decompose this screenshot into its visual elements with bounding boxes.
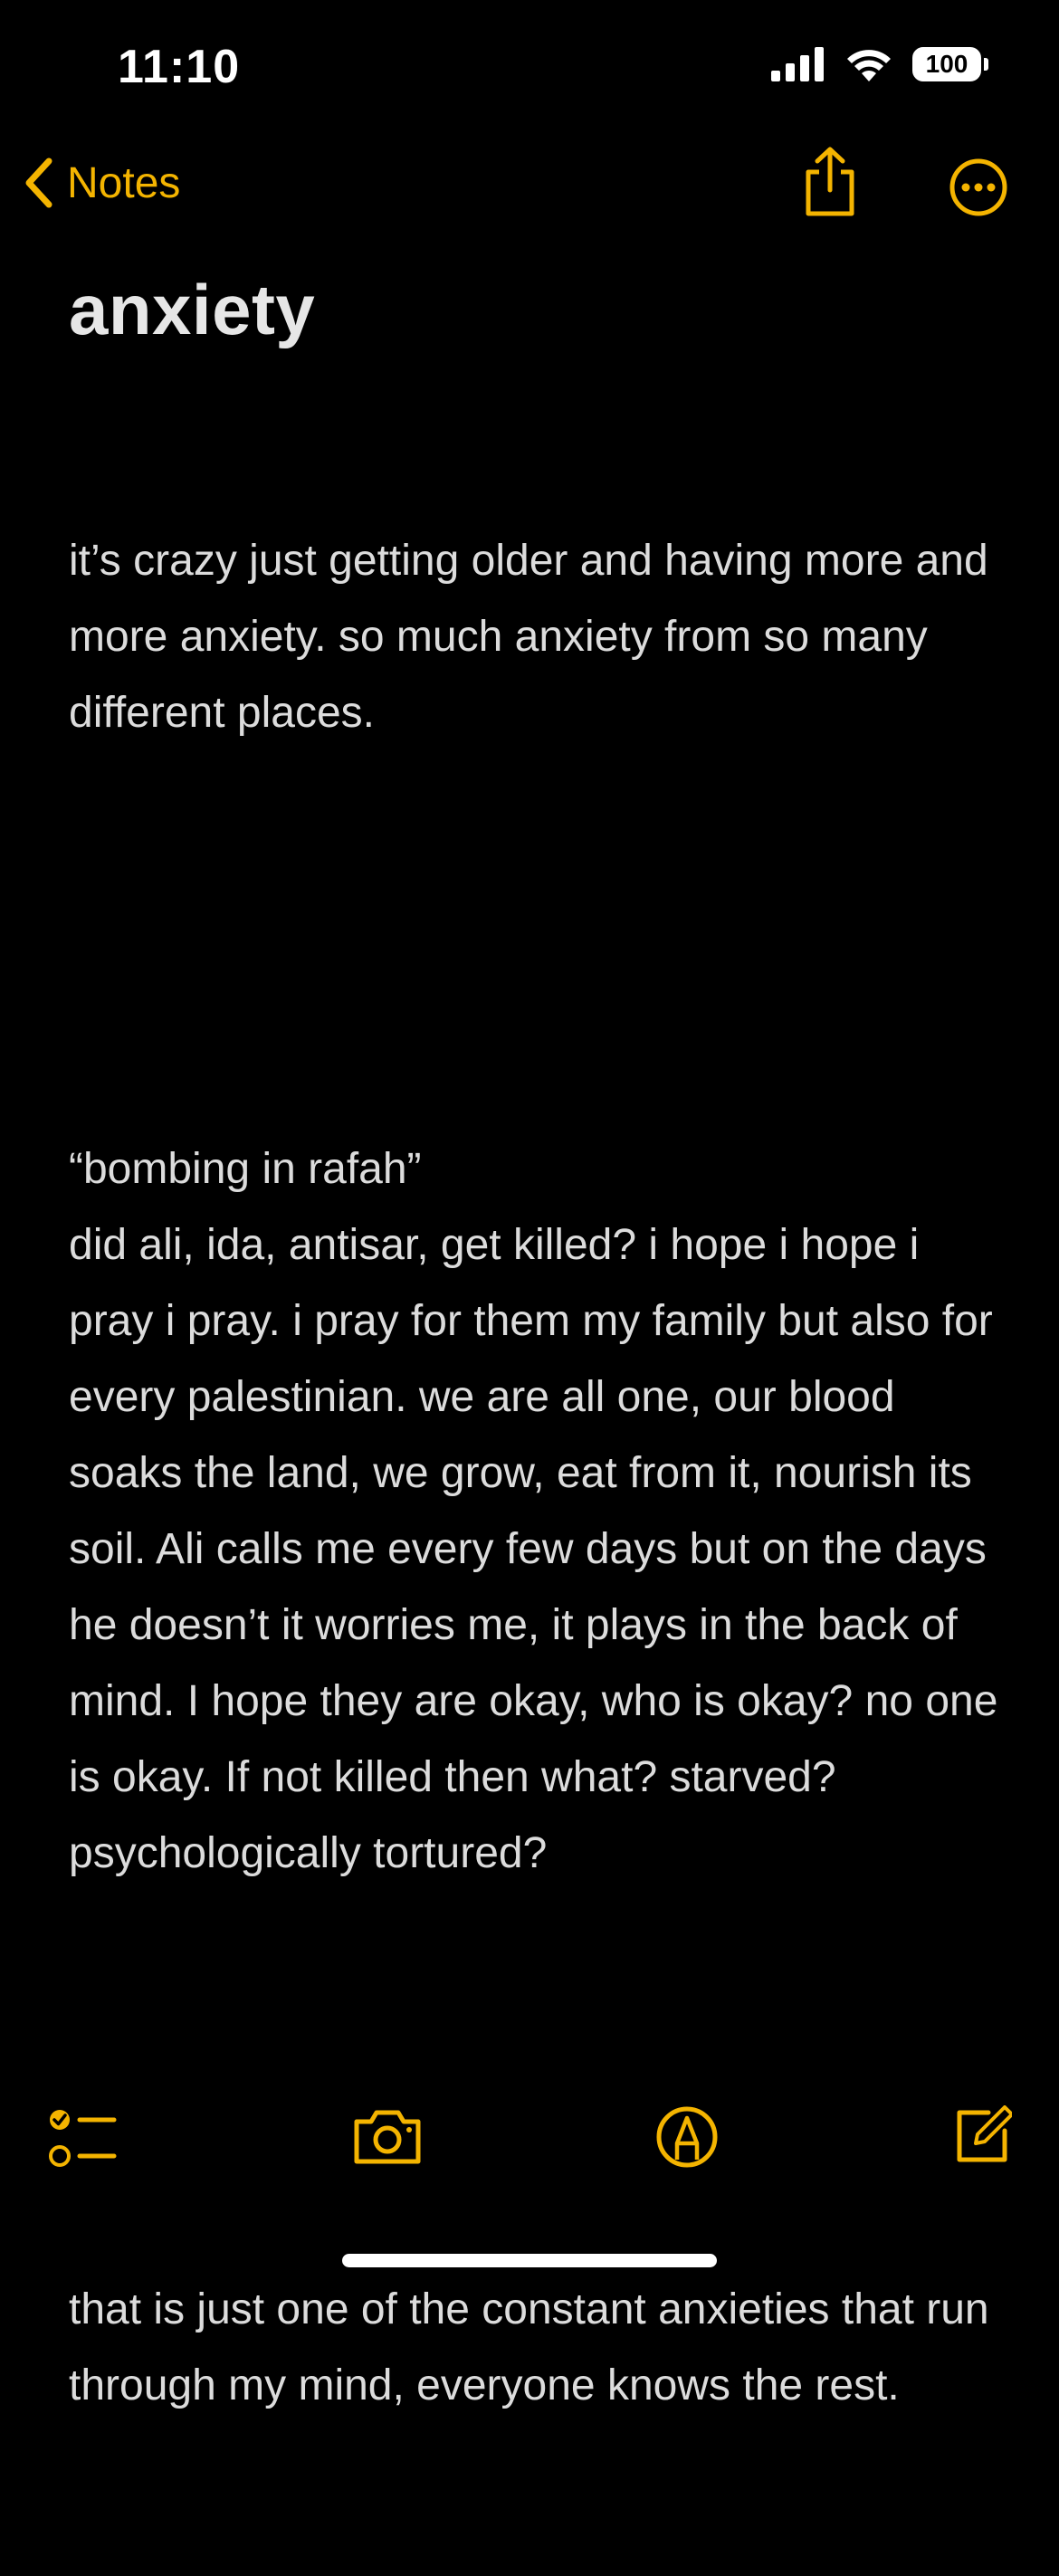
more-button[interactable]: [949, 157, 1008, 222]
note-body[interactable]: it’s crazy just getting older and having…: [69, 371, 1001, 2576]
bottom-toolbar: [0, 2100, 1059, 2181]
compose-icon: [957, 2105, 1014, 2162]
cellular-signal-icon: [771, 47, 824, 81]
nav-bar: Notes: [0, 145, 1059, 226]
share-button[interactable]: [801, 145, 859, 222]
status-icons: 100: [771, 47, 988, 81]
camera-icon: [354, 2110, 421, 2164]
status-time: 11:10: [118, 41, 241, 93]
battery-level: 100: [912, 47, 981, 81]
share-icon: [806, 147, 854, 216]
camera-button[interactable]: [351, 2105, 424, 2171]
back-label: Notes: [67, 158, 181, 207]
home-indicator[interactable]: [342, 2254, 717, 2267]
ellipsis-circle-icon: [949, 158, 1007, 216]
status-bar: 11:10 100: [0, 0, 1059, 136]
checklist-button[interactable]: [49, 2105, 118, 2179]
note-paragraph[interactable]: that is just one of the constant anxieti…: [69, 2272, 1001, 2424]
markup-pen-icon: [656, 2106, 718, 2168]
note-title[interactable]: anxiety: [69, 271, 1001, 349]
note-paragraph[interactable]: “bombing in rafah” did ali, ida, antisar…: [69, 1131, 1001, 1892]
back-button[interactable]: Notes: [22, 156, 180, 210]
battery-tip: [984, 58, 988, 71]
note-content[interactable]: anxiety it’s crazy just getting older an…: [69, 271, 1001, 2576]
compose-button[interactable]: [952, 2105, 1014, 2170]
battery-indicator: 100: [912, 47, 988, 81]
markup-button[interactable]: [655, 2105, 719, 2173]
checklist-icon: [49, 2110, 117, 2167]
chevron-left-icon: [25, 157, 52, 208]
note-paragraph[interactable]: it’s crazy just getting older and having…: [69, 523, 1001, 751]
wifi-icon: [847, 50, 891, 81]
